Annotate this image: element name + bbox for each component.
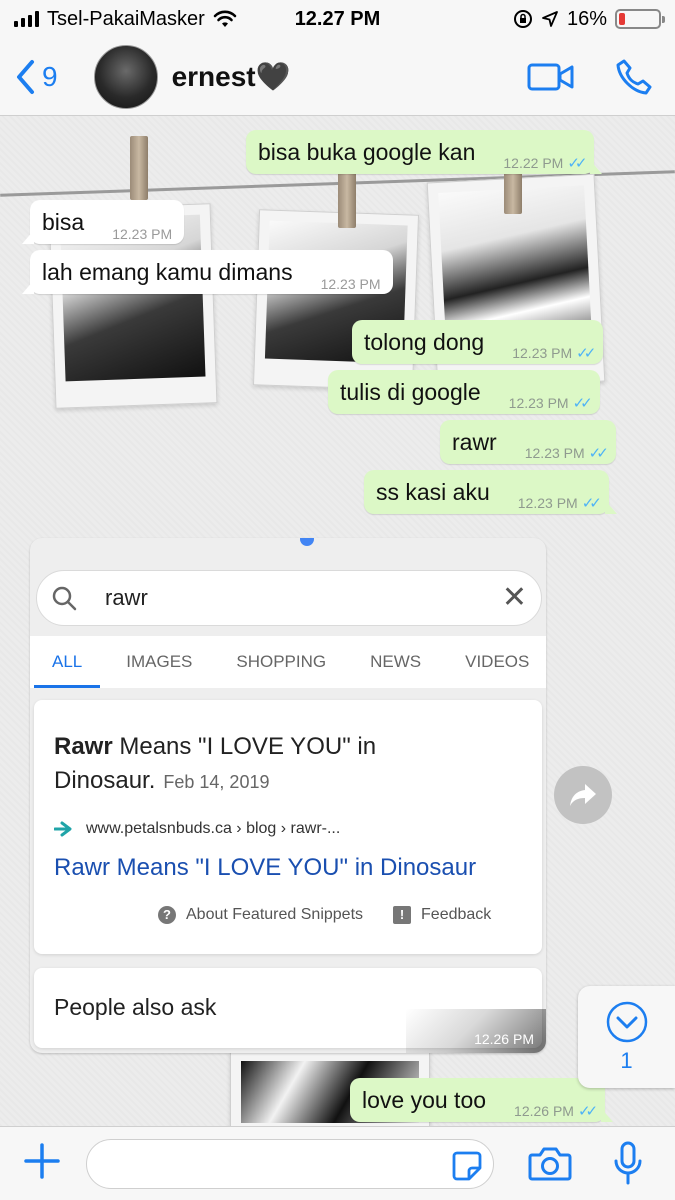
forward-button[interactable] (554, 766, 612, 824)
google-tab-images: IMAGES (126, 652, 193, 671)
chevron-down-icon (606, 1001, 647, 1043)
message-out[interactable]: rawr 12.23 PM ✓✓ (440, 420, 616, 465)
snippet-link: Rawr Means "I LOVE YOU" in Dinosaur (54, 854, 477, 881)
message-out[interactable]: love you too 12.26 PM ✓✓ (350, 1078, 614, 1123)
forward-icon (570, 784, 596, 806)
clear-icon: ✕ (501, 581, 527, 614)
message-out[interactable]: ss kasi aku 12.23 PM ✓✓ (364, 470, 617, 515)
status-bar: Tsel-PakaiMasker 12.27 PM 16% (0, 0, 675, 38)
site-favicon-icon (54, 821, 72, 837)
read-ticks-icon: ✓✓ (567, 155, 587, 173)
snippet-footer: ? About Featured Snippets ! Feedback (158, 906, 491, 924)
chat-area[interactable]: bisa buka google kan 12.22 PM ✓✓ bisa 12.23… (0, 116, 675, 1126)
chat-header: 9 ernest🖤 (0, 38, 675, 116)
contact-name[interactable]: ernest🖤 (172, 60, 291, 93)
message-text: bisa buka google kan (258, 139, 476, 166)
chevron-left-icon (17, 59, 34, 94)
search-query: rawr (105, 585, 148, 610)
image-message[interactable]: rawr ✕ ALL IMAGES SHOPPING NEWS VIDEOS R… (30, 538, 546, 1053)
battery-fill (619, 13, 626, 25)
google-tab-shopping: SHOPPING (236, 652, 327, 671)
wallpaper-clip (130, 136, 148, 200)
back-unread-count: 9 (42, 60, 58, 92)
image-message-time: 12.26 PM (474, 1031, 534, 1047)
read-ticks-icon: ✓✓ (588, 445, 609, 463)
message-text: love you too (362, 1087, 487, 1114)
message-time: 12.23 PM ✓✓ (508, 395, 593, 413)
snippet-date: Feb 14, 2019 (163, 772, 270, 792)
location-icon (542, 11, 558, 27)
avatar[interactable] (93, 44, 158, 109)
feedback-label: Feedback (421, 906, 492, 923)
message-text: lah emang kamu dimans (42, 259, 293, 286)
input-bar (0, 1126, 675, 1200)
people-also-ask-label: People also ask (54, 994, 217, 1020)
read-ticks-icon: ✓✓ (572, 395, 593, 413)
battery-percent: 16% (566, 7, 607, 30)
message-out[interactable]: bisa buka google kan 12.22 PM ✓✓ (246, 130, 603, 175)
google-tabs: ALL IMAGES SHOPPING NEWS VIDEOS (30, 636, 546, 688)
google-tab-news: NEWS (370, 652, 422, 671)
camera-icon[interactable] (528, 1145, 572, 1181)
about-snippets: About Featured Snippets (186, 906, 364, 923)
header-actions (527, 58, 653, 96)
sticker-icon[interactable] (451, 1150, 483, 1182)
signal-icon (14, 11, 39, 27)
message-text: bisa (42, 209, 85, 236)
message-time: 12.23 PM ✓✓ (512, 345, 596, 363)
status-left: Tsel-PakaiMasker (14, 8, 237, 31)
help-icon: ? (158, 906, 176, 924)
message-time: 12.26 PM ✓✓ (514, 1103, 598, 1121)
microphone-icon[interactable] (612, 1141, 644, 1187)
unread-count: 1 (620, 1048, 633, 1073)
carrier-name: Tsel-PakaiMasker (47, 7, 205, 30)
plus-icon (24, 1143, 60, 1179)
message-time: 12.23 PM ✓✓ (517, 495, 602, 513)
scroll-down-button[interactable]: 1 (578, 986, 675, 1088)
message-out[interactable]: tolong dong 12.23 PM ✓✓ (352, 320, 604, 365)
orientation-lock-icon (513, 10, 532, 28)
snippet-title: Rawr Means "I LOVE YOU" in Dinosaur. Feb … (54, 733, 377, 794)
google-tab-all: ALL (30, 636, 104, 688)
google-search-bar: rawr ✕ (36, 570, 542, 626)
read-ticks-icon: ✓✓ (577, 1103, 598, 1121)
message-text: tulis di google (340, 379, 481, 406)
message-time: 12.23 PM (320, 276, 381, 293)
snippet-url: www.petalsnbuds.ca › blog › rawr-... (54, 820, 340, 838)
message-input[interactable] (86, 1139, 494, 1189)
attach-button[interactable] (22, 1141, 62, 1189)
featured-snippet: Rawr Means "I LOVE YOU" in Dinosaur. Feb … (34, 700, 542, 954)
image-time-overlay: 12.26 PM (406, 1009, 546, 1053)
message-out[interactable]: tulis di google 12.23 PM ✓✓ (328, 370, 600, 415)
message-text: rawr (452, 429, 497, 456)
video-call-icon[interactable] (527, 61, 575, 93)
message-time: 12.23 PM (112, 226, 173, 243)
wifi-icon (213, 10, 237, 27)
phone-icon[interactable] (615, 58, 653, 96)
search-icon (52, 586, 77, 611)
message-in[interactable]: bisa 12.23 PM (22, 200, 185, 245)
read-ticks-icon: ✓✓ (581, 495, 602, 513)
message-time: 12.23 PM ✓✓ (524, 445, 609, 463)
feedback-icon: ! (393, 906, 412, 924)
google-tab-videos: VIDEOS (465, 652, 530, 671)
message-text: tolong dong (364, 329, 485, 356)
status-right: 16% (513, 7, 665, 31)
message-time: 12.22 PM ✓✓ (503, 155, 587, 173)
read-ticks-icon: ✓✓ (576, 345, 596, 363)
battery-icon (615, 9, 665, 29)
back-button[interactable]: 9 (14, 59, 58, 95)
message-in[interactable]: lah emang kamu dimans 12.23 PM (22, 250, 393, 295)
message-text: ss kasi aku (376, 479, 490, 506)
google-dot (300, 538, 314, 546)
